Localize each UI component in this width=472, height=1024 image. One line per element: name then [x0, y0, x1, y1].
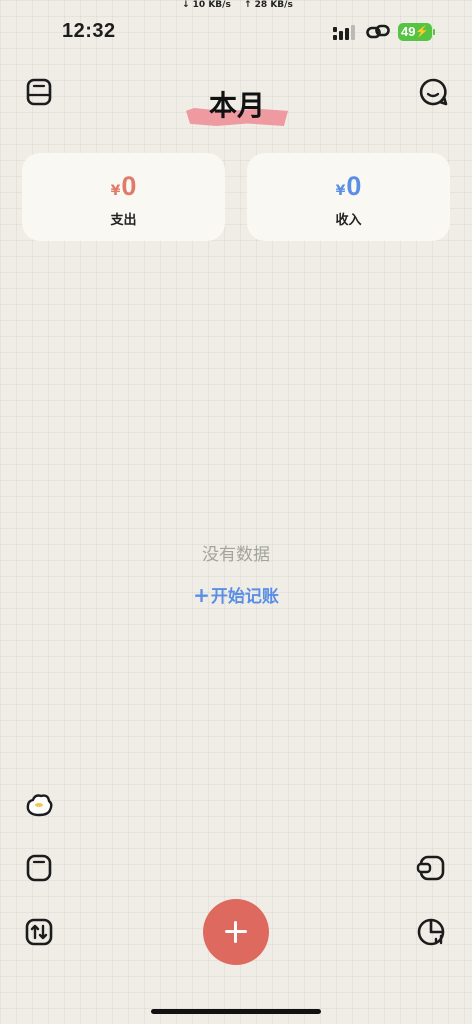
chart-icon[interactable] [416, 917, 446, 947]
battery-level: 49 [401, 24, 416, 39]
page-title-block[interactable]: 本月 [186, 86, 288, 130]
start-plus: + [193, 583, 210, 607]
start-label: 开始记账 [210, 587, 279, 607]
charging-icon: ⚡ [415, 26, 429, 38]
link-icon [366, 23, 390, 41]
expense-label: 支出 [110, 213, 137, 228]
book-icon[interactable] [24, 77, 54, 107]
battery-cap [433, 29, 435, 35]
expense-amount: ¥0 [22, 171, 225, 201]
page-title: 本月 [208, 89, 265, 122]
home-indicator [151, 1009, 321, 1014]
empty-state-message: 没有数据 [202, 545, 270, 565]
signal-icon [333, 25, 357, 41]
search-icon[interactable] [418, 77, 448, 107]
expense-card[interactable]: ¥0 支出 [22, 153, 225, 241]
upload-speed: ↑ 28 KB/s [244, 0, 293, 10]
battery-indicator: 49 ⚡ [398, 23, 432, 41]
status-time: 12:32 [62, 20, 116, 42]
income-amount: ¥0 [247, 171, 450, 201]
start-bookkeeping-link[interactable]: +开始记账 [0, 582, 472, 607]
expense-value: 0 [121, 171, 137, 201]
income-currency: ¥ [335, 183, 346, 199]
add-record-button[interactable] [203, 899, 269, 965]
wallet-icon[interactable] [416, 853, 446, 883]
transfer-icon[interactable] [24, 917, 54, 947]
income-label: 收入 [335, 213, 362, 228]
notebook-icon[interactable] [24, 853, 54, 883]
income-value: 0 [346, 171, 362, 201]
network-speed: ↓ 10 KB/s ↑ 28 KB/s [0, 0, 472, 12]
income-card[interactable]: ¥0 收入 [247, 153, 450, 241]
download-speed: ↓ 10 KB/s [182, 0, 231, 10]
bun-icon[interactable] [24, 789, 54, 819]
expense-currency: ¥ [110, 183, 121, 199]
